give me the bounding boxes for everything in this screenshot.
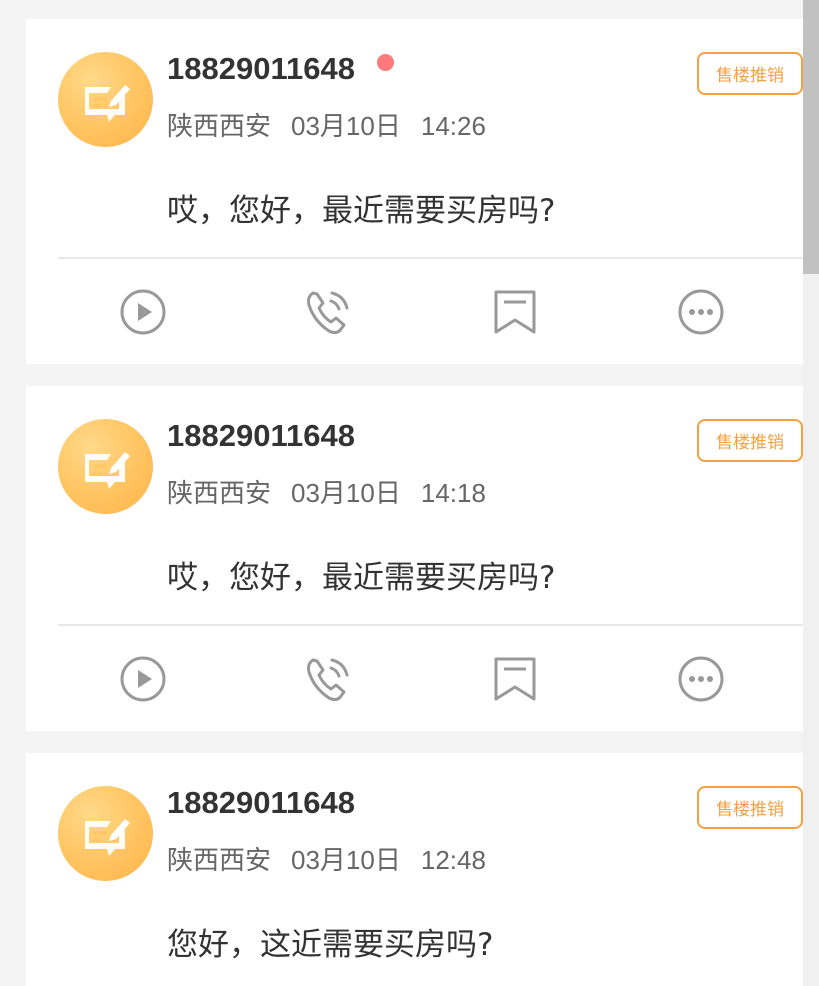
avatar	[58, 419, 153, 514]
call-date: 03月10日	[291, 845, 401, 875]
call-transcript-text: 您好，这近需要买房吗?	[167, 927, 494, 963]
call-date: 03月10日	[291, 111, 401, 141]
caller-phone-number: 18829011648	[167, 418, 355, 453]
play-circle-icon	[120, 289, 166, 335]
avatar	[58, 52, 153, 147]
category-tag[interactable]: 售楼推销	[697, 52, 803, 95]
caller-location: 陕西西安	[167, 478, 272, 508]
bookmark-icon	[494, 657, 536, 701]
call-meta: 陕西西安 03月10日 14:18	[167, 473, 506, 510]
call-transcript-text: 哎，您好，最近需要买房吗?	[167, 193, 556, 229]
call-time: 14:26	[420, 111, 486, 141]
bookmark-button[interactable]	[489, 653, 541, 705]
record-card[interactable]: 18829011648 陕西西安 03月10日 14:26 售楼推销 哎，您好，最近…	[26, 19, 803, 364]
call-back-button[interactable]	[302, 286, 354, 338]
call-time: 14:18	[420, 478, 486, 508]
avatar	[58, 786, 153, 881]
bookmark-button[interactable]	[489, 286, 541, 338]
record-card[interactable]: 18829011648 陕西西安 03月10日 12:48 售楼推销 您好，这近需要…	[26, 753, 803, 986]
play-button[interactable]	[117, 286, 169, 338]
category-tag[interactable]: 售楼推销	[697, 786, 803, 829]
category-tag[interactable]: 售楼推销	[697, 419, 803, 462]
caller-location: 陕西西安	[167, 111, 272, 141]
call-date: 03月10日	[291, 478, 401, 508]
more-button[interactable]	[675, 286, 727, 338]
scrollbar-track[interactable]	[803, 0, 819, 986]
call-meta: 陕西西安 03月10日 12:48	[167, 840, 506, 877]
call-meta: 陕西西安 03月10日 14:26	[167, 106, 506, 143]
message-edit-icon	[85, 819, 130, 856]
message-edit-icon	[85, 85, 130, 122]
phone-call-icon	[307, 291, 349, 335]
more-button[interactable]	[675, 653, 727, 705]
record-card[interactable]: 18829011648 陕西西安 03月10日 14:18 售楼推销 哎，您好，最近…	[26, 386, 803, 731]
bookmark-icon	[494, 290, 536, 334]
call-record-list: 18829011648 陕西西安 03月10日 14:26 售楼推销 哎，您好，最近…	[0, 0, 819, 986]
action-bar	[58, 626, 803, 731]
caller-location: 陕西西安	[167, 845, 272, 875]
caller-phone-number: 18829011648	[167, 51, 355, 86]
action-bar	[58, 259, 803, 364]
more-dots-icon	[678, 656, 724, 702]
caller-phone-number: 18829011648	[167, 785, 355, 820]
message-edit-icon	[85, 452, 130, 489]
more-dots-icon	[678, 289, 724, 335]
unread-indicator	[377, 54, 394, 71]
phone-call-icon	[307, 658, 349, 702]
call-time: 12:48	[420, 845, 486, 875]
call-back-button[interactable]	[302, 653, 354, 705]
scrollbar-thumb[interactable]	[803, 0, 819, 274]
play-circle-icon	[120, 656, 166, 702]
play-button[interactable]	[117, 653, 169, 705]
call-transcript-text: 哎，您好，最近需要买房吗?	[167, 560, 556, 596]
